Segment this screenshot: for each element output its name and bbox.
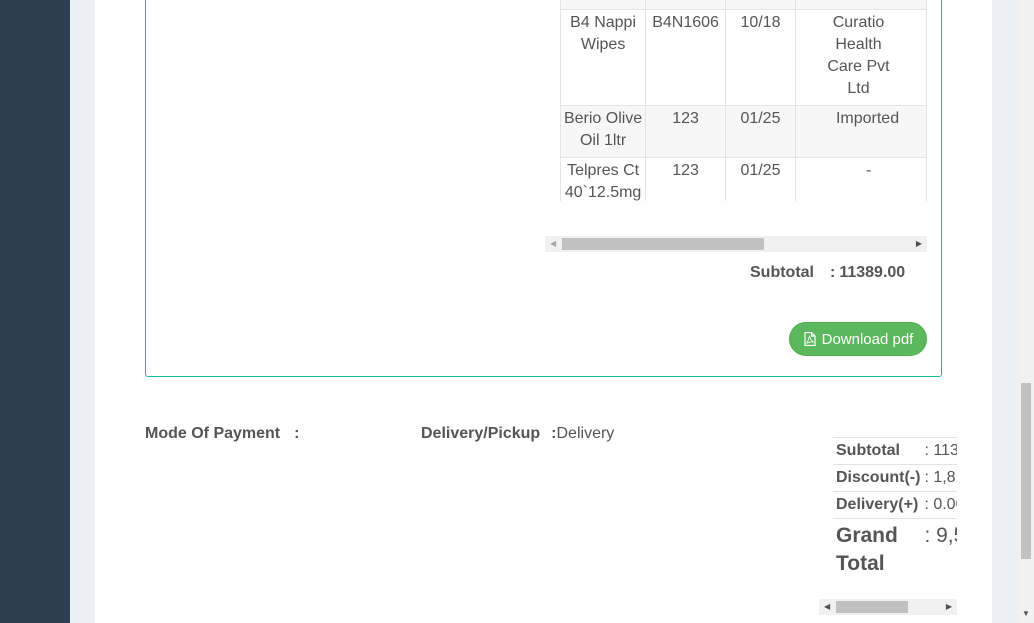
totals-value: : 0.00: [922, 491, 957, 519]
item-name: Berio Olive Oil 1ltr: [563, 110, 643, 149]
mode-of-payment-separator: :: [294, 425, 300, 442]
page-scrollbar-thumb[interactable]: [1021, 383, 1031, 559]
scrollbar-thumb[interactable]: [562, 238, 764, 250]
table-row: Berio Olive Oil 1ltr 123 01/25 Imported: [560, 105, 927, 158]
item-batch: 123: [672, 162, 699, 179]
totals-row: Subtotal : 11389.00: [833, 437, 957, 465]
item-expiry-cell: 10/18: [724, 9, 796, 106]
page-vertical-scrollbar[interactable]: ▼: [1018, 0, 1034, 623]
scroll-right-arrow-icon[interactable]: ▶: [916, 239, 922, 249]
item-manufacturer-cell: -: [794, 157, 927, 201]
mode-of-payment: Mode Of Payment:: [145, 425, 299, 443]
totals-row: Discount(-) : 1,8: [833, 464, 957, 492]
item-batch-cell: B4N1606: [645, 9, 726, 106]
item-name-cell: Telpres Ct 40`12.5mg Tab 10s: [560, 157, 647, 201]
item-batch-cell: 123: [645, 157, 726, 201]
item-manufacturer-cell: pIndia Ltd: [794, 0, 927, 10]
table-horizontal-scrollbar[interactable]: ◀ ▶: [545, 236, 927, 252]
item-batch: B4N1606: [652, 14, 719, 31]
item-batch: 123: [672, 110, 699, 127]
items-table: p340ml pIndia Ltd B4 Nappi Wipes B4N1606…: [560, 0, 927, 201]
scroll-down-arrow-icon[interactable]: ▼: [1022, 610, 1030, 618]
item-expiry-cell: 01/25: [724, 105, 796, 158]
subtotal-value: 11389.00: [839, 264, 906, 281]
table-row: Telpres Ct 40`12.5mg Tab 10s 123 01/25 -: [560, 157, 927, 201]
item-manufacturer: Imported: [835, 110, 900, 127]
order-details-box: p340ml pIndia Ltd B4 Nappi Wipes B4N1606…: [145, 0, 942, 377]
content-card: p340ml pIndia Ltd B4 Nappi Wipes B4N1606…: [95, 0, 992, 623]
item-name-cell: B4 Nappi Wipes: [560, 9, 647, 106]
totals-row-grand: Grand Total : 9,5: [833, 518, 957, 579]
item-expiry: 01/25: [740, 162, 781, 179]
item-name: Telpres Ct 40`12.5mg Tab 10s: [564, 162, 642, 201]
delivery-pickup: Delivery/Pickup:Delivery: [421, 425, 614, 443]
grand-total-value: : 9,5: [922, 518, 957, 579]
item-name: B4 Nappi Wipes: [570, 14, 636, 53]
scroll-left-arrow-icon[interactable]: ◀: [824, 602, 830, 612]
subtotal-separator: :: [830, 264, 836, 281]
item-manufacturer-cell: Imported: [794, 105, 927, 158]
totals-label: Discount(-): [833, 464, 923, 492]
totals-table: Subtotal : 11389.00 Discount(-) : 1,8 De…: [833, 437, 957, 579]
subtotal-row: Subtotal:11389.00: [750, 264, 905, 282]
file-pdf-icon: [804, 332, 816, 346]
item-batch-cell: 123: [645, 105, 726, 158]
subtotal-label: Subtotal: [750, 264, 814, 281]
mode-of-payment-label: Mode Of Payment: [145, 425, 281, 442]
delivery-pickup-value: Delivery: [556, 425, 615, 442]
grand-total-label: Grand Total: [833, 518, 923, 579]
items-table-viewport: p340ml pIndia Ltd B4 Nappi Wipes B4N1606…: [560, 0, 927, 201]
scroll-left-arrow-icon[interactable]: ◀: [550, 239, 556, 249]
scroll-right-arrow-icon[interactable]: ▶: [946, 602, 952, 612]
table-row: p340ml pIndia Ltd: [560, 0, 927, 10]
item-batch-cell: [645, 0, 726, 10]
totals-viewport: Subtotal : 11389.00 Discount(-) : 1,8 De…: [833, 437, 957, 579]
item-manufacturer: -: [865, 162, 872, 179]
item-manufacturer-cell: Curatio Health Care Pvt Ltd: [794, 9, 927, 106]
delivery-pickup-label: Delivery/Pickup: [421, 425, 541, 442]
download-pdf-label: Download pdf: [821, 330, 914, 348]
totals-label: Delivery(+): [833, 491, 923, 519]
totals-value: : 11389.00: [922, 437, 957, 465]
item-manufacturer: India Ltd: [826, 0, 887, 1]
item-name: 340ml: [581, 0, 625, 1]
item-expiry: 01/25: [740, 110, 781, 127]
totals-horizontal-scrollbar[interactable]: ◀ ▶: [819, 599, 957, 615]
totals-row: Delivery(+) : 0.00: [833, 491, 957, 519]
table-row: B4 Nappi Wipes B4N1606 10/18 Curatio Hea…: [560, 9, 927, 106]
left-sidebar: [0, 0, 70, 623]
item-manufacturer: Curatio Health Care Pvt Ltd: [827, 14, 890, 97]
scrollbar-thumb[interactable]: [836, 601, 908, 613]
item-name-cell: Berio Olive Oil 1ltr: [560, 105, 647, 158]
item-expiry-cell: [724, 0, 796, 10]
item-name-cell: p340ml: [560, 0, 647, 10]
totals-label: Subtotal: [833, 437, 923, 465]
item-expiry: 10/18: [740, 14, 781, 31]
item-expiry-cell: 01/25: [724, 157, 796, 201]
totals-value: : 1,8: [922, 464, 957, 492]
download-pdf-button[interactable]: Download pdf: [789, 322, 927, 356]
